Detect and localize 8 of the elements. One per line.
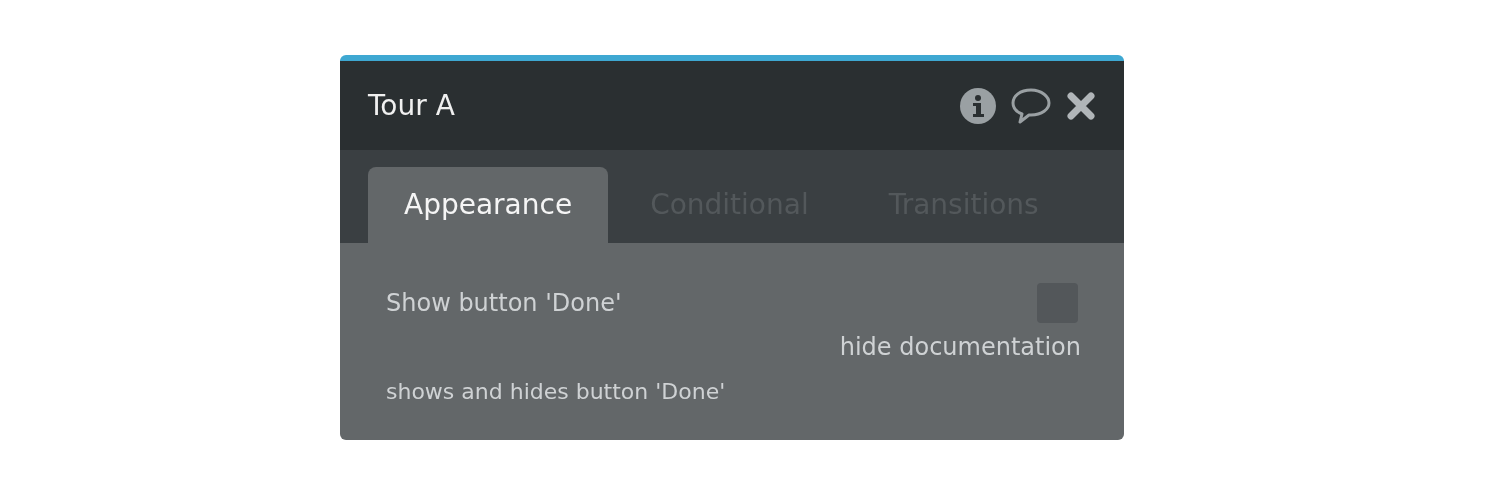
- close-icon[interactable]: [1066, 90, 1096, 121]
- property-label: Show button 'Done': [386, 288, 622, 319]
- speech-bubble-icon[interactable]: [1010, 86, 1052, 125]
- window-title: Tour A: [368, 87, 455, 124]
- info-icon[interactable]: [960, 87, 996, 124]
- hide-documentation-link[interactable]: hide documentation: [839, 329, 1081, 365]
- property-description: shows and hides button 'Done': [386, 378, 727, 406]
- tab[interactable]: Appearance: [368, 167, 609, 243]
